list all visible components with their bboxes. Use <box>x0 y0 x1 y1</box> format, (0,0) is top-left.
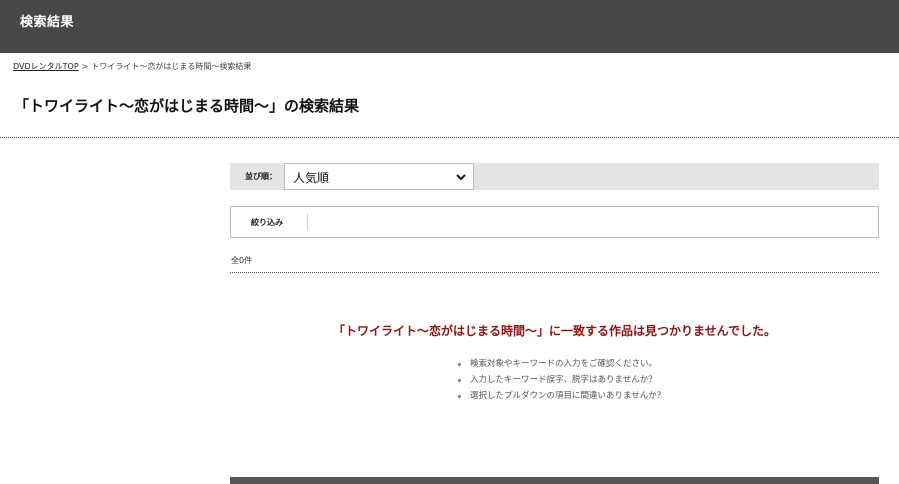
list-item: 検索対象やキーワードの入力をご確認ください。 <box>458 356 665 372</box>
result-count: 全0件 <box>231 256 253 265</box>
search-tips-list: 検索対象やキーワードの入力をご確認ください。 入力したキーワード誤字、脱字はあり… <box>458 356 665 404</box>
chevron-down-icon <box>456 174 466 181</box>
filter-button[interactable]: 絞り込み <box>251 217 283 228</box>
section-header-bar <box>230 477 879 484</box>
breadcrumb-home-link[interactable]: DVDレンタルTOP <box>13 62 79 71</box>
count-divider <box>230 272 879 273</box>
list-item: 選択したプルダウンの項目に間違いありませんか？ <box>458 388 665 404</box>
title-divider <box>0 137 899 138</box>
sort-select-value: 人気順 <box>293 171 330 185</box>
no-result-message: 「トワイライト～恋がはじまる時間～」に一致する作品は見つかりませんでした。 <box>332 324 777 338</box>
filter-divider <box>307 214 308 230</box>
sort-select[interactable]: 人気順 <box>284 163 474 190</box>
sort-label: 並び順： <box>245 172 277 181</box>
filter-bar: 絞り込み <box>230 206 879 238</box>
list-item: 入力したキーワード誤字、脱字はありませんか？ <box>458 372 665 388</box>
breadcrumb-separator: > <box>81 62 89 71</box>
header-title: 検索結果 <box>20 15 75 30</box>
sort-bar: 並び順： 人気順 <box>230 163 879 190</box>
page-title: 「トワイライト～恋がはじまる時間～」の検索結果 <box>14 97 360 115</box>
breadcrumb-current: トワイライト～恋がはじまる時間～検索結果 <box>91 62 252 71</box>
breadcrumb: DVDレンタルTOP > トワイライト～恋がはじまる時間～検索結果 <box>13 61 251 72</box>
page-header: 検索結果 <box>0 0 899 53</box>
